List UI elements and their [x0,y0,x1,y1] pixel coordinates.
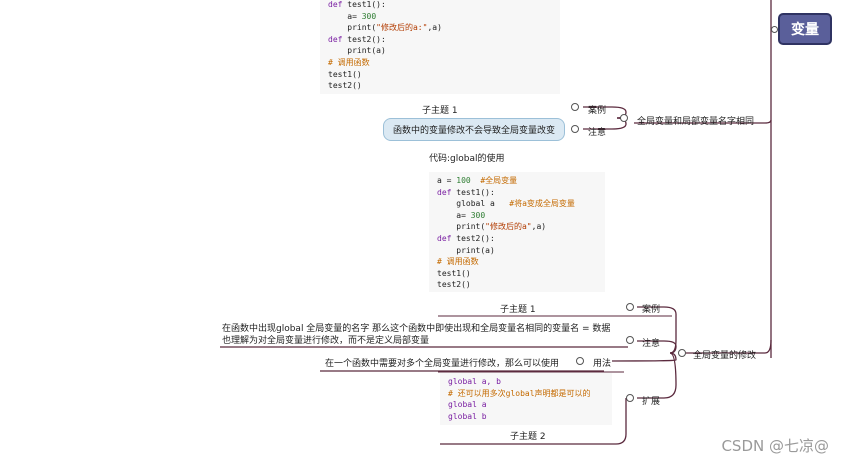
branch2-usage-text[interactable]: 在一个函数中需要对多个全局变量进行修改，那么可以使用 [325,356,559,369]
code-line: test1() [437,268,597,280]
code-token: a= [328,11,362,21]
code-line: def test2(): [328,34,552,46]
code-line: def test1(): [437,187,597,199]
branch1-note-marker[interactable] [571,125,579,133]
code-token: ,a) [427,23,442,33]
branch1-example-marker[interactable] [571,103,579,111]
code-token: print( [437,222,486,232]
code-token: test1() [328,69,362,79]
code-token: global a [448,400,487,410]
branch2-extend-marker[interactable] [626,394,634,402]
code-token: "修改后的a:" [376,23,428,33]
code-token: 100 [456,176,471,185]
code-line: test2() [437,279,597,291]
code-token: print(a) [437,245,495,255]
code-token: test2() [328,81,362,91]
code-token: global a [437,199,510,209]
code-token: "修改后的a" [485,222,532,232]
branch2-example-label[interactable]: 案例 [642,302,660,315]
branch2-extend-code: global a, b # 还可以用多次global声明都是可以的 global a… [440,373,612,425]
branch2-extend-card: global a, b # 还可以用多次global声明都是可以的 global a… [440,373,612,425]
code-line: a= 300 [437,210,597,222]
branch2-note-label[interactable]: 注意 [642,336,660,349]
branch2-extend-label[interactable]: 扩展 [642,394,660,407]
branch2-label[interactable]: 全局变量的修改 [693,348,756,361]
code-line: test2() [328,80,552,92]
code-token: # 调用函数 [328,57,370,67]
code-token: test1(): [347,0,386,9]
branch1-subtopic-label[interactable]: 子主题 1 [422,103,458,116]
branch2-marker[interactable] [678,349,686,357]
branch1-note-label[interactable]: 注意 [588,125,606,138]
code-token: print(a) [328,46,386,56]
branch2-note-line1: 在函数中出现global 全局变量的名字 那么这个函数中即使出现和全局变量名相同… [222,324,611,334]
branch2-example-marker[interactable] [626,303,634,311]
branch2-subtopic2-label[interactable]: 子主题 2 [510,429,546,442]
code-line: print(a) [328,45,552,57]
code-token: # 还可以用多次global声明都是可以的 [448,388,591,398]
root-node-variable[interactable]: 变量 [778,13,832,45]
code-line: a= 300 [328,11,552,23]
code-token: 300 [361,11,377,21]
code-line: # 调用函数 [328,57,552,69]
code-token: def [328,34,348,44]
branch1-label[interactable]: 全局变量和局部变量名字相同 [637,114,754,127]
branch1-note-pill[interactable]: 函数中的变量修改不会导致全局变量改变 [383,118,565,141]
code-line: global a, b [448,376,604,388]
code-token: def [437,187,457,197]
code-line: # 调用函数 [437,256,597,268]
code-token: test2(): [347,34,386,44]
root-collapse-marker[interactable] [771,26,778,33]
branch1-note-text: 函数中的变量修改不会导致全局变量改变 [392,126,555,136]
branch2-code-block: a = 100 #全局变量 def test1(): global a #将a变成… [429,172,605,292]
branch2-code-card: 代码:global的使用 a = 100 #全局变量 def test1(): g… [422,145,612,295]
code-line: global b [448,411,604,423]
code-token: test1() [437,268,471,278]
code-token: test2(): [456,233,495,243]
code-token: global a, b [448,377,501,386]
branch2-usage-marker[interactable] [576,357,584,365]
code-token: #将a变成全局变量 [509,199,575,209]
code-token: ,a) [531,222,547,232]
code-line: # 还可以用多次global声明都是可以的 [448,388,604,400]
code-line: print("修改后的a:",a) [328,22,552,34]
branch2-note-text[interactable]: 在函数中出现global 全局变量的名字 那么这个函数中即使出现和全局变量名相同… [222,323,627,347]
branch1-code-block: def test1(): a= 300 print("修改后的a:",a) def… [320,0,560,94]
branch2-subtopic1-label[interactable]: 子主题 1 [500,302,536,315]
code-line: print(a) [437,245,597,257]
code-token: global b [448,411,487,421]
code-token: test2() [437,280,471,290]
code-line: test1() [328,69,552,81]
branch2-note-marker[interactable] [626,336,634,344]
branch1-code-card: def test1(): a= 300 print("修改后的a:",a) def… [320,0,560,94]
code-line: print("修改后的a",a) [437,221,597,233]
csdn-watermark: CSDN @七凉@ [721,437,829,455]
code-line: global a [448,399,604,411]
code-token: print( [328,23,377,33]
code-token: test1(): [456,187,495,197]
code-token: # 调用函数 [437,257,479,267]
branch2-usage-label[interactable]: 用法 [593,356,611,369]
code-token: 300 [470,210,486,220]
code-token: a = [437,176,457,185]
code-token: def [437,233,457,243]
branch2-note-line2: 也理解为对全局变量进行修改，而不是定义局部变量 [222,336,430,346]
code-token: a= [437,210,471,220]
code-line: def test2(): [437,233,597,245]
code-token: def [328,0,348,9]
branch1-example-label[interactable]: 案例 [588,103,606,116]
code-line: def test1(): [328,0,552,11]
root-label: 变量 [791,22,819,38]
code-line: a = 100 #全局变量 [437,175,597,187]
branch1-marker[interactable] [620,114,628,122]
code-token: #全局变量 [470,176,518,185]
branch2-code-title: 代码:global的使用 [429,154,505,164]
code-line: global a #将a变成全局变量 [437,198,597,210]
